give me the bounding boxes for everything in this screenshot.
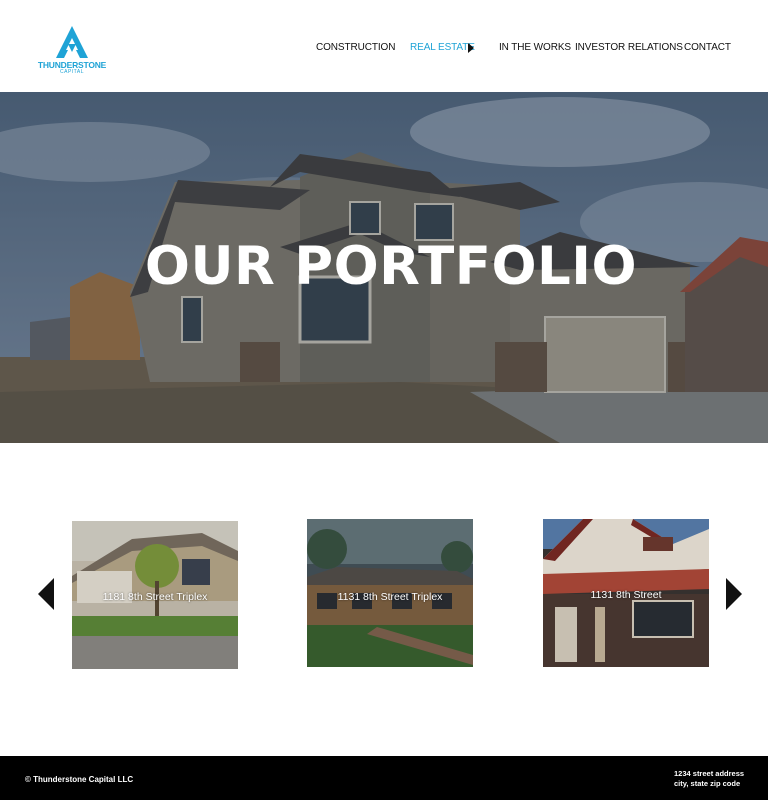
portfolio-card[interactable]: 1131 8th Street xyxy=(543,519,709,667)
main-nav: CONSTRUCTION REAL ESTATE IN THE WORKS IN… xyxy=(0,42,768,56)
brand-subtitle: CAPITAL xyxy=(60,69,84,75)
address-line-1: 1234 street address xyxy=(674,769,745,778)
portfolio-card-label: 1131 8th Street Triplex xyxy=(337,591,443,603)
nav-item-contact[interactable]: CONTACT xyxy=(684,42,731,53)
copyright-text: © Thunderstone Capital LLC xyxy=(25,775,134,784)
hero-title: OUR PORTFOLIO xyxy=(144,236,638,297)
portfolio-card-label: 1181 8th Street Triplex xyxy=(102,591,208,603)
nav-item-investor-relations[interactable]: INVESTOR RELATIONS xyxy=(575,42,683,53)
submenu-arrow-icon[interactable] xyxy=(468,43,474,53)
nav-item-in-the-works[interactable]: IN THE WORKS xyxy=(499,42,571,53)
address-line-2: city, state zip code xyxy=(674,779,741,788)
site-header: THUNDERSTONE CAPITAL CONSTRUCTION REAL E… xyxy=(0,0,768,92)
nav-item-construction[interactable]: CONSTRUCTION xyxy=(316,42,395,53)
portfolio-card[interactable]: 1131 8th Street Triplex xyxy=(307,519,473,667)
site-footer: © Thunderstone Capital LLC 1234 street a… xyxy=(0,756,768,800)
portfolio-card-label: 1131 8th Street xyxy=(590,589,662,601)
carousel-prev-icon[interactable] xyxy=(38,578,54,610)
portfolio-card[interactable]: 1181 8th Street Triplex xyxy=(72,521,238,669)
footer-address: 1234 street address city, state zip code xyxy=(674,769,744,789)
nav-item-real-estate[interactable]: REAL ESTATE xyxy=(410,42,475,53)
hero-banner: OUR PORTFOLIO xyxy=(0,92,768,443)
carousel-next-icon[interactable] xyxy=(726,578,742,610)
portfolio-carousel: 1181 8th Street Triplex 1131 8th Street … xyxy=(0,515,768,675)
